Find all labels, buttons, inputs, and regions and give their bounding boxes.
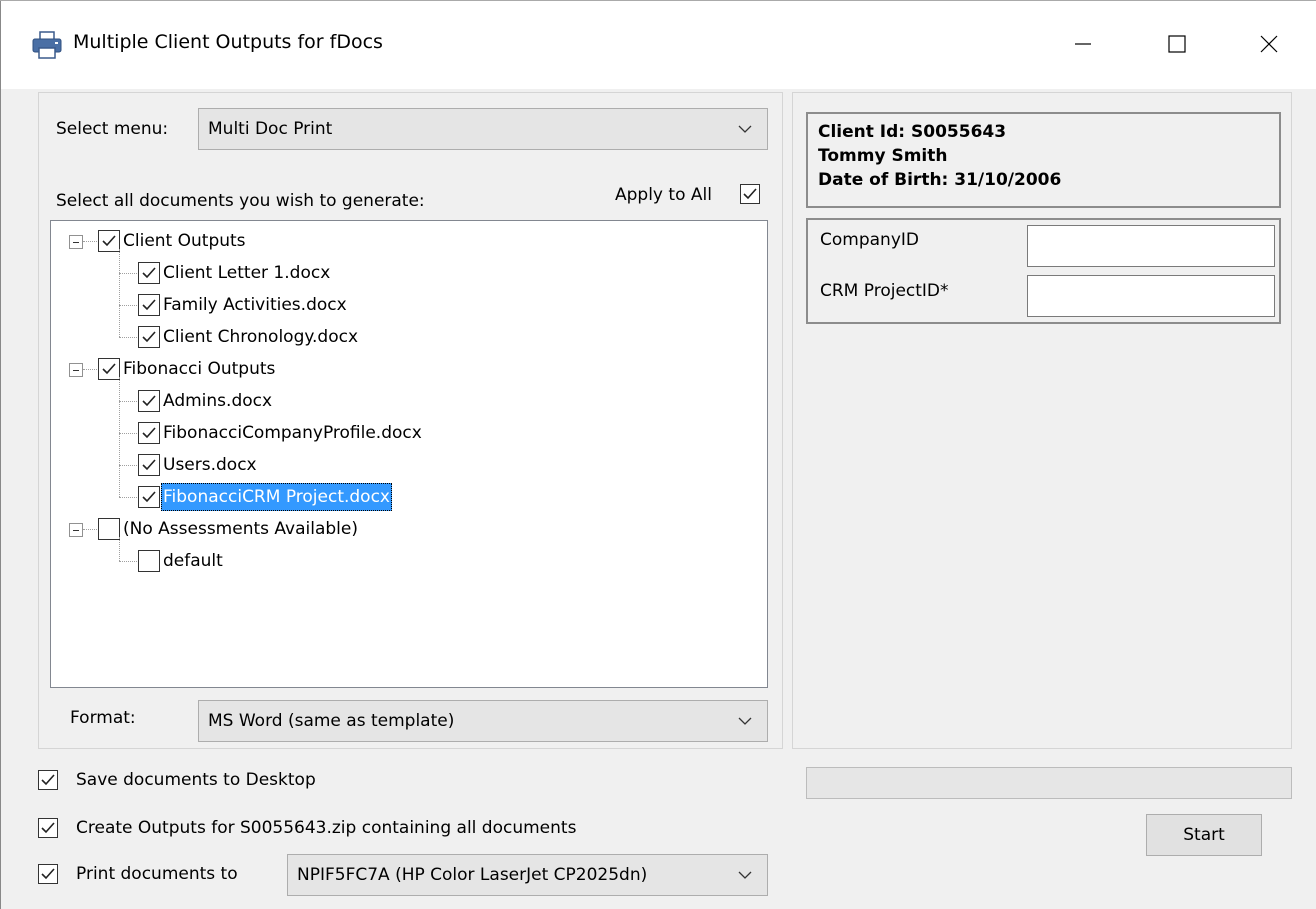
tree-connector bbox=[119, 537, 120, 561]
apply-to-all-label: Apply to All bbox=[615, 185, 712, 205]
tree-item-label[interactable]: default bbox=[161, 547, 225, 575]
minimize-icon bbox=[1073, 34, 1093, 59]
close-button[interactable] bbox=[1241, 17, 1297, 75]
tree-item-label[interactable]: Users.docx bbox=[161, 451, 259, 479]
select-menu-value: Multi Doc Print bbox=[208, 119, 333, 139]
save-desktop-label: Save documents to Desktop bbox=[76, 770, 316, 790]
client-name: Tommy Smith bbox=[818, 146, 948, 166]
tree-connector bbox=[119, 337, 137, 338]
tree-connector bbox=[119, 561, 137, 562]
checkmark-icon bbox=[142, 299, 156, 311]
documents-label: Select all documents you wish to generat… bbox=[56, 191, 425, 211]
format-dropdown[interactable]: MS Word (same as template) bbox=[198, 700, 768, 742]
checkmark-icon bbox=[142, 267, 156, 279]
tree-item-checkbox[interactable] bbox=[98, 518, 120, 540]
start-label: Start bbox=[1183, 825, 1225, 845]
tree-connector bbox=[83, 241, 97, 242]
maximize-icon bbox=[1167, 34, 1187, 59]
tree-item-checkbox[interactable] bbox=[138, 262, 160, 284]
tree-item-label[interactable]: Client Chronology.docx bbox=[161, 323, 360, 351]
title-bar: Multiple Client Outputs for fDocs bbox=[1, 1, 1316, 89]
tree-connector bbox=[119, 305, 137, 306]
tree-item-checkbox[interactable] bbox=[98, 230, 120, 252]
tree-connector bbox=[83, 529, 97, 530]
tree-group-label[interactable]: Client Outputs bbox=[121, 227, 248, 255]
window-title: Multiple Client Outputs for fDocs bbox=[73, 31, 383, 53]
tree-connector bbox=[119, 497, 137, 498]
tree-item-label[interactable]: FibonacciCRM Project.docx bbox=[161, 483, 392, 511]
client-id: Client Id: S0055643 bbox=[818, 122, 1007, 142]
collapse-icon[interactable] bbox=[69, 363, 83, 377]
tree-connector bbox=[119, 377, 120, 497]
select-menu-label: Select menu: bbox=[56, 119, 169, 139]
checkmark-icon bbox=[41, 822, 55, 834]
tree-item-checkbox[interactable] bbox=[138, 294, 160, 316]
tree-item-checkbox[interactable] bbox=[138, 486, 160, 508]
create-zip-checkbox[interactable] bbox=[38, 818, 58, 838]
print-documents-label: Print documents to bbox=[76, 864, 238, 884]
progress-bar bbox=[806, 767, 1292, 799]
checkmark-icon bbox=[142, 395, 156, 407]
tree-connector bbox=[83, 369, 97, 370]
apply-to-all-checkbox[interactable] bbox=[740, 184, 760, 204]
tree-item-checkbox[interactable] bbox=[138, 390, 160, 412]
chevron-down-icon bbox=[723, 125, 767, 133]
tree-item-label[interactable]: Admins.docx bbox=[161, 387, 274, 415]
client-dob: Date of Birth: 31/10/2006 bbox=[818, 170, 1062, 190]
checkmark-icon bbox=[102, 235, 116, 247]
company-id-input[interactable] bbox=[1027, 225, 1275, 267]
client-info-panel: Client Id: S0055643 Tommy Smith Date of … bbox=[806, 112, 1281, 208]
collapse-icon[interactable] bbox=[69, 523, 83, 537]
printer-value: NPIF5FC7A (HP Color LaserJet CP2025dn) bbox=[297, 865, 648, 885]
checkmark-icon bbox=[142, 331, 156, 343]
tree-item-checkbox[interactable] bbox=[138, 550, 160, 572]
documents-tree: Client Outputs Client Letter 1.docx Family… bbox=[50, 220, 768, 688]
maximize-button[interactable] bbox=[1149, 17, 1205, 75]
create-zip-label: Create Outputs for S0055643.zip containi… bbox=[76, 818, 577, 838]
tree-item-checkbox[interactable] bbox=[98, 358, 120, 380]
checkmark-icon bbox=[142, 459, 156, 471]
collapse-icon[interactable] bbox=[69, 235, 83, 249]
printer-icon bbox=[31, 31, 63, 59]
tree-connector bbox=[119, 249, 120, 337]
tree-item-label[interactable]: FibonacciCompanyProfile.docx bbox=[161, 419, 424, 447]
chevron-down-icon bbox=[723, 717, 767, 725]
checkmark-icon bbox=[142, 491, 156, 503]
crm-project-input[interactable] bbox=[1027, 275, 1275, 317]
tree-item-checkbox[interactable] bbox=[138, 326, 160, 348]
checkmark-icon bbox=[743, 188, 757, 200]
tree-connector bbox=[119, 273, 137, 274]
format-label: Format: bbox=[70, 708, 136, 728]
checkmark-icon bbox=[41, 868, 55, 880]
minimize-button[interactable] bbox=[1055, 17, 1111, 75]
tree-connector bbox=[119, 465, 137, 466]
chevron-down-icon bbox=[723, 871, 767, 879]
checkmark-icon bbox=[102, 363, 116, 375]
company-id-label: CompanyID bbox=[820, 230, 919, 250]
select-menu-dropdown[interactable]: Multi Doc Print bbox=[198, 108, 768, 150]
start-button[interactable]: Start bbox=[1146, 814, 1262, 856]
format-value: MS Word (same as template) bbox=[208, 711, 455, 731]
print-documents-checkbox[interactable] bbox=[38, 864, 58, 884]
tree-item-checkbox[interactable] bbox=[138, 454, 160, 476]
printer-dropdown[interactable]: NPIF5FC7A (HP Color LaserJet CP2025dn) bbox=[287, 854, 768, 896]
tree-connector bbox=[119, 401, 137, 402]
tree-group-label[interactable]: (No Assessments Available) bbox=[121, 515, 360, 543]
close-icon bbox=[1259, 34, 1279, 59]
tree-item-label[interactable]: Client Letter 1.docx bbox=[161, 259, 332, 287]
crm-project-label: CRM ProjectID* bbox=[820, 281, 949, 301]
save-desktop-checkbox[interactable] bbox=[38, 770, 58, 790]
checkmark-icon bbox=[41, 774, 55, 786]
tree-item-label[interactable]: Family Activities.docx bbox=[161, 291, 349, 319]
checkmark-icon bbox=[142, 427, 156, 439]
tree-connector bbox=[119, 433, 137, 434]
tree-item-checkbox[interactable] bbox=[138, 422, 160, 444]
tree-group-label[interactable]: Fibonacci Outputs bbox=[121, 355, 277, 383]
